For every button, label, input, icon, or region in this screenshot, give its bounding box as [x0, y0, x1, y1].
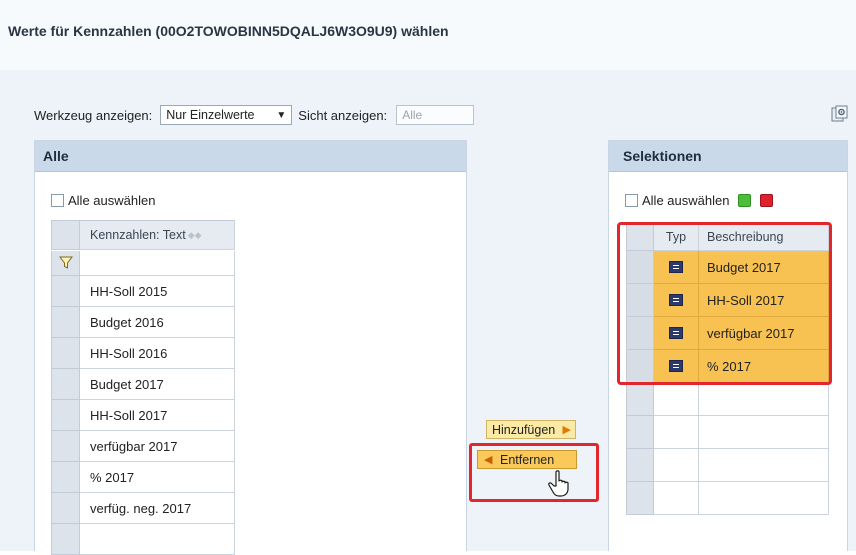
filter-icon[interactable] [51, 251, 80, 276]
row-selector[interactable] [51, 369, 80, 400]
row-selector[interactable] [51, 431, 80, 462]
toolbar: Werkzeug anzeigen: Nur Einzelwerte ▼ Sic… [34, 104, 475, 126]
highlight-selected-rows [617, 222, 832, 385]
werkzeug-label: Werkzeug anzeigen: [34, 107, 153, 123]
row-selector[interactable] [626, 482, 654, 515]
add-button-label: Hinzufügen [492, 422, 556, 437]
row-selector[interactable] [51, 307, 80, 338]
table-row[interactable]: verfügbar 2017 [51, 431, 235, 462]
table-row[interactable]: HH-Soll 2015 [51, 276, 235, 307]
table-row[interactable]: HH-Soll 2016 [51, 338, 235, 369]
table-cell[interactable] [80, 524, 235, 555]
description-cell[interactable] [699, 449, 829, 482]
table-cell[interactable]: % 2017 [80, 462, 235, 493]
settings-icon[interactable] [831, 105, 849, 123]
row-selector[interactable] [51, 524, 80, 555]
description-cell[interactable] [699, 383, 829, 416]
row-selector[interactable] [626, 416, 654, 449]
column-header-label: Kennzahlen: Text [90, 228, 186, 242]
type-cell[interactable] [654, 449, 699, 482]
row-selector[interactable] [51, 276, 80, 307]
table-row[interactable]: Budget 2017 [51, 369, 235, 400]
table-header-row: Kennzahlen: Text ◆◆ [51, 220, 235, 251]
table-cell[interactable]: verfügbar 2017 [80, 431, 235, 462]
sicht-input[interactable]: Alle [396, 105, 475, 125]
available-values-table: Kennzahlen: Text ◆◆ HH-Soll 2015 Budget 2… [51, 220, 235, 555]
row-selector[interactable] [51, 400, 80, 431]
table-row[interactable] [626, 449, 829, 482]
hand-cursor-icon [548, 470, 569, 497]
dropdown-arrow-icon: ▼ [276, 110, 287, 121]
table-cell[interactable]: Budget 2017 [80, 369, 235, 400]
select-all-right-checkbox[interactable] [625, 194, 638, 207]
dialog-title-bar: Werte für Kennzahlen (00O2TOWOBINN5DQALJ… [0, 0, 856, 70]
available-panel-header: Alle [35, 141, 466, 172]
arrow-right-icon: ▶ [562, 424, 571, 436]
sort-icon: ◆◆ [187, 229, 202, 240]
werkzeug-dropdown[interactable]: Nur Einzelwerte ▼ [160, 105, 293, 125]
available-values-panel: Alle Alle auswählen Kennzahlen: Text ◆◆ H… [34, 140, 467, 555]
table-row[interactable] [626, 383, 829, 416]
type-cell[interactable] [654, 482, 699, 515]
table-cell[interactable]: HH-Soll 2017 [80, 400, 235, 431]
row-selector[interactable] [626, 383, 654, 416]
column-header-kennzahlen[interactable]: Kennzahlen: Text ◆◆ [80, 220, 235, 250]
table-row[interactable] [626, 482, 829, 515]
select-all-left-checkbox[interactable] [51, 194, 64, 207]
filter-input[interactable] [80, 251, 235, 276]
description-cell[interactable] [699, 416, 829, 449]
row-selector[interactable] [51, 493, 80, 524]
werkzeug-value: Nur Einzelwerte [166, 108, 255, 122]
row-selector[interactable] [626, 449, 654, 482]
table-cell[interactable]: verfüg. neg. 2017 [80, 493, 235, 524]
selections-panel-header: Selektionen [609, 141, 847, 172]
row-selector[interactable] [51, 338, 80, 369]
select-all-left-label: Alle auswählen [68, 193, 156, 208]
table-row[interactable]: Budget 2016 [51, 307, 235, 338]
red-status-icon[interactable] [760, 194, 774, 207]
filter-row [51, 251, 235, 276]
table-row[interactable] [51, 524, 235, 555]
row-selector[interactable] [51, 462, 80, 493]
table-row[interactable]: HH-Soll 2017 [51, 400, 235, 431]
table-cell[interactable]: HH-Soll 2016 [80, 338, 235, 369]
description-cell[interactable] [699, 482, 829, 515]
table-row[interactable]: % 2017 [51, 462, 235, 493]
select-all-right-label: Alle auswählen [642, 193, 730, 208]
add-button[interactable]: Hinzufügen ▶ [486, 420, 576, 439]
table-row[interactable] [626, 416, 829, 449]
table-cell[interactable]: HH-Soll 2015 [80, 276, 235, 307]
type-cell[interactable] [654, 383, 699, 416]
dialog-title: Werte für Kennzahlen (00O2TOWOBINN5DQALJ… [8, 23, 449, 39]
table-row[interactable]: verfüg. neg. 2017 [51, 493, 235, 524]
green-status-icon[interactable] [738, 194, 752, 207]
highlight-remove-button [469, 443, 599, 502]
table-cell[interactable]: Budget 2016 [80, 307, 235, 338]
select-all-left[interactable]: Alle auswählen [51, 193, 155, 208]
row-selector-header[interactable] [51, 220, 80, 250]
sicht-label: Sicht anzeigen: [298, 107, 388, 123]
type-cell[interactable] [654, 416, 699, 449]
select-all-right[interactable]: Alle auswählen [625, 193, 774, 208]
